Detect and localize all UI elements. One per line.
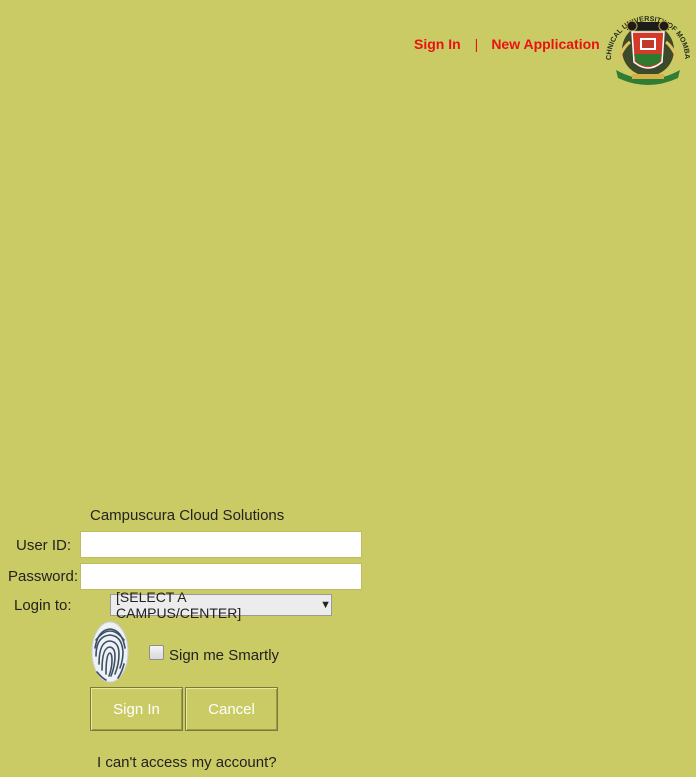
top-nav: Sign In | New Application [414, 36, 600, 52]
user-id-input[interactable] [80, 531, 362, 558]
sign-smartly-label: Sign me Smartly [169, 647, 280, 664]
nav-separator: | [474, 36, 479, 52]
login-to-label: Login to: [14, 597, 72, 614]
campus-select-value: [SELECT A CAMPUS/CENTER] [116, 589, 242, 621]
fingerprint-icon[interactable] [90, 620, 130, 684]
sign-smartly-checkbox[interactable] [149, 645, 164, 660]
sign-in-button[interactable]: Sign In [90, 687, 183, 731]
dropdown-arrow-icon: ▼ [320, 599, 331, 611]
cancel-button[interactable]: Cancel [185, 687, 278, 731]
nav-new-application-link[interactable]: New Application [491, 36, 599, 52]
user-id-label: User ID: [16, 537, 72, 554]
account-access-link[interactable]: I can't access my account? [97, 754, 277, 771]
seal-icon: TECHNICAL UNIVERSITY OF MOMBASA [599, 0, 692, 85]
company-name: Campuscura Cloud Solutions [90, 507, 285, 524]
campus-select[interactable]: [SELECT A CAMPUS/CENTER] ▼ [110, 589, 332, 621]
university-seal-logo: TECHNICAL UNIVERSITY OF MOMBASA [599, 0, 694, 88]
nav-sign-in-link[interactable]: Sign In [414, 36, 461, 52]
password-label: Password: [8, 568, 79, 585]
password-input[interactable] [80, 563, 362, 590]
